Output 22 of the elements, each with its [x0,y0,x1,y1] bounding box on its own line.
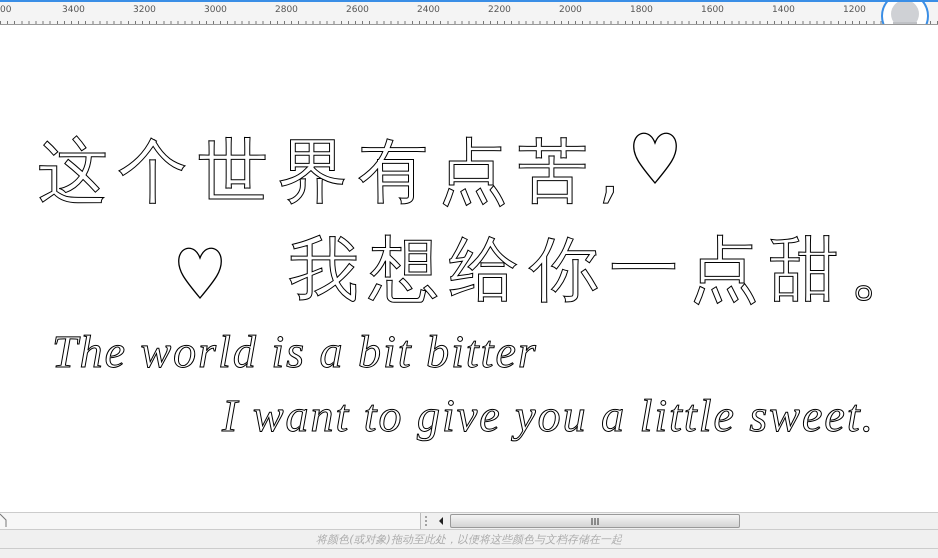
ruler-label: 2000 [559,4,583,17]
ruler-label: 00 [0,4,12,17]
ruler-label: 2200 [488,4,512,17]
ruler-label: 1400 [772,4,796,17]
ruler-label: 3400 [62,4,86,17]
ruler-label: 2800 [275,4,299,17]
grip-icon [591,518,599,524]
outlined-text: 这个世界有点苦, [38,129,630,214]
ruler-label: 1600 [701,4,725,17]
outlined-text: 我想给你一点甜。 [289,227,929,312]
scrollbar-thumb[interactable] [450,514,740,528]
status-hint: 将颜色(或对象)拖动至此处，以便将这些颜色与文档存储在一起 [316,532,622,546]
ruler-label: 3200 [133,4,157,17]
ruler-label: 1800 [630,4,654,17]
ruler-label: 3000 [204,4,228,17]
page-corner-icon [0,513,8,527]
outlined-text: The world is a bit bitter [52,324,538,378]
resize-grip-icon[interactable] [424,515,428,527]
ruler-label: 2600 [346,4,370,17]
ruler-label: 2400 [417,4,441,17]
outlined-text: I want to give you a little sweet. [222,388,876,442]
ruler-label: 1200 [843,4,867,17]
